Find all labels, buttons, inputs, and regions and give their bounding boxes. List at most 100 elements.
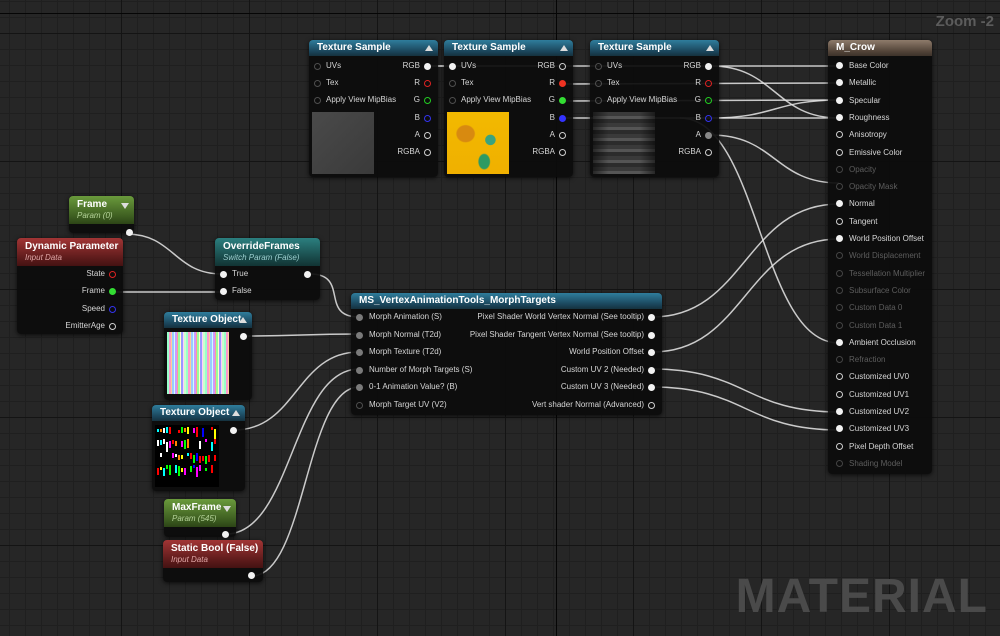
result-input-pin[interactable] [836, 148, 843, 156]
node-header[interactable]: Texture Sample [309, 40, 438, 56]
result-input-pin[interactable] [836, 79, 843, 87]
mipbias-input-pin[interactable] [449, 97, 456, 104]
collapse-arrow-icon[interactable] [706, 45, 714, 51]
mipbias-input-pin[interactable] [314, 97, 321, 104]
collapse-arrow-icon[interactable] [232, 410, 240, 416]
b-output-pin[interactable] [559, 115, 566, 122]
rgba-output-pin[interactable] [424, 149, 431, 156]
override-frames-switch-node[interactable]: OverrideFrames Switch Param (False) True … [215, 238, 320, 300]
result-input-pin[interactable] [836, 373, 843, 381]
collapse-arrow-icon[interactable] [223, 506, 231, 512]
result-input-pin[interactable] [836, 321, 843, 329]
morph-input-pin[interactable] [356, 401, 363, 409]
g-output-pin[interactable] [705, 97, 712, 104]
node-header[interactable]: Static Bool (False) Input Data [163, 540, 263, 568]
tex-input-pin[interactable] [595, 80, 602, 87]
dynamic-parameter-node[interactable]: Dynamic Parameter Input Data State Frame … [17, 238, 123, 334]
morph-output-pin[interactable] [648, 384, 655, 391]
emitterage-output-pin[interactable] [109, 323, 116, 330]
result-input-pin[interactable] [836, 200, 843, 208]
uvs-input-pin[interactable] [449, 63, 456, 70]
node-header[interactable]: MS_VertexAnimationTools_MorphTargets [351, 293, 662, 309]
r-output-pin[interactable] [705, 80, 712, 87]
r-output-pin[interactable] [559, 80, 566, 87]
tex-input-pin[interactable] [314, 80, 321, 87]
morph-output-pin[interactable] [648, 314, 655, 321]
node-header[interactable]: Texture Object [164, 312, 252, 328]
node-header[interactable]: MaxFrame Param (545) [164, 499, 236, 527]
node-header[interactable]: Texture Object [152, 405, 245, 421]
output-pin[interactable] [222, 531, 229, 538]
result-input-pin[interactable] [836, 390, 843, 398]
texture-sample-node-3[interactable]: Texture Sample UVs Tex Apply View MipBia… [590, 40, 719, 177]
output-pin[interactable] [304, 271, 311, 278]
result-input-pin[interactable] [836, 183, 843, 191]
result-input-pin[interactable] [836, 408, 843, 415]
morph-input-pin[interactable] [356, 349, 363, 356]
result-input-pin[interactable] [836, 235, 843, 242]
rgb-output-pin[interactable] [424, 63, 431, 70]
mipbias-input-pin[interactable] [595, 97, 602, 104]
result-input-pin[interactable] [836, 356, 843, 364]
maxframe-param-node[interactable]: MaxFrame Param (545) [164, 499, 236, 538]
node-header[interactable]: M_Crow [828, 40, 932, 56]
morph-output-pin[interactable] [648, 401, 655, 409]
result-input-pin[interactable] [836, 113, 843, 121]
uvs-input-pin[interactable] [314, 63, 321, 70]
node-header[interactable]: Dynamic Parameter Input Data [17, 238, 123, 266]
result-input-pin[interactable] [836, 286, 843, 294]
output-pin[interactable] [230, 427, 237, 434]
material-result-node[interactable]: M_Crow Base Color Metallic Specular Roughne… [828, 40, 932, 474]
texture-sample-node-2[interactable]: Texture Sample UVs Tex Apply View MipBia… [444, 40, 573, 177]
output-pin[interactable] [248, 572, 255, 579]
result-input-pin[interactable] [836, 96, 843, 104]
result-input-pin[interactable] [836, 217, 843, 225]
node-header[interactable]: OverrideFrames Switch Param (False) [215, 238, 320, 266]
result-input-pin[interactable] [836, 338, 843, 346]
true-input-pin[interactable] [220, 271, 227, 278]
collapse-arrow-icon[interactable] [560, 45, 568, 51]
result-input-pin[interactable] [836, 131, 843, 139]
node-header[interactable]: Frame Param (0) [69, 196, 134, 224]
false-input-pin[interactable] [220, 288, 227, 295]
b-output-pin[interactable] [705, 115, 712, 122]
speed-output-pin[interactable] [109, 306, 116, 313]
g-output-pin[interactable] [559, 97, 566, 104]
rgba-output-pin[interactable] [705, 149, 712, 156]
morph-output-pin[interactable] [648, 366, 655, 374]
texture-sample-node-1[interactable]: Texture Sample UVs Tex Apply View MipBia… [309, 40, 438, 177]
collapse-arrow-icon[interactable] [121, 203, 129, 209]
result-input-pin[interactable] [836, 442, 843, 450]
morph-input-pin[interactable] [356, 366, 363, 374]
a-output-pin[interactable] [424, 132, 431, 139]
static-bool-node[interactable]: Static Bool (False) Input Data [163, 540, 263, 582]
morph-output-pin[interactable] [648, 331, 655, 339]
rgba-output-pin[interactable] [559, 149, 566, 156]
node-header[interactable]: Texture Sample [444, 40, 573, 56]
morph-input-pin[interactable] [356, 331, 363, 339]
output-pin[interactable] [240, 333, 247, 340]
morph-output-pin[interactable] [648, 349, 655, 356]
collapse-arrow-icon[interactable] [425, 45, 433, 51]
r-output-pin[interactable] [424, 80, 431, 87]
morph-input-pin[interactable] [356, 314, 363, 321]
result-input-pin[interactable] [836, 304, 843, 312]
frame-output-pin[interactable] [109, 288, 116, 295]
morph-input-pin[interactable] [356, 384, 363, 391]
texture-object-node-1[interactable]: Texture Object [164, 312, 252, 400]
state-output-pin[interactable] [109, 271, 116, 278]
collapse-arrow-icon[interactable] [239, 317, 247, 323]
node-header[interactable]: Texture Sample [590, 40, 719, 56]
a-output-pin[interactable] [705, 132, 712, 139]
result-input-pin[interactable] [836, 62, 843, 69]
morph-targets-function-node[interactable]: MS_VertexAnimationTools_MorphTargets Mor… [351, 293, 662, 415]
result-input-pin[interactable] [836, 252, 843, 260]
result-input-pin[interactable] [836, 165, 843, 173]
uvs-input-pin[interactable] [595, 63, 602, 70]
texture-object-node-2[interactable]: Texture Object [152, 405, 245, 491]
material-graph-canvas[interactable]: Texture Sample UVs Tex Apply View MipBia… [0, 0, 1000, 636]
result-input-pin[interactable] [836, 269, 843, 277]
result-input-pin[interactable] [836, 425, 843, 433]
frame-param-node[interactable]: Frame Param (0) [69, 196, 134, 236]
a-output-pin[interactable] [559, 132, 566, 139]
